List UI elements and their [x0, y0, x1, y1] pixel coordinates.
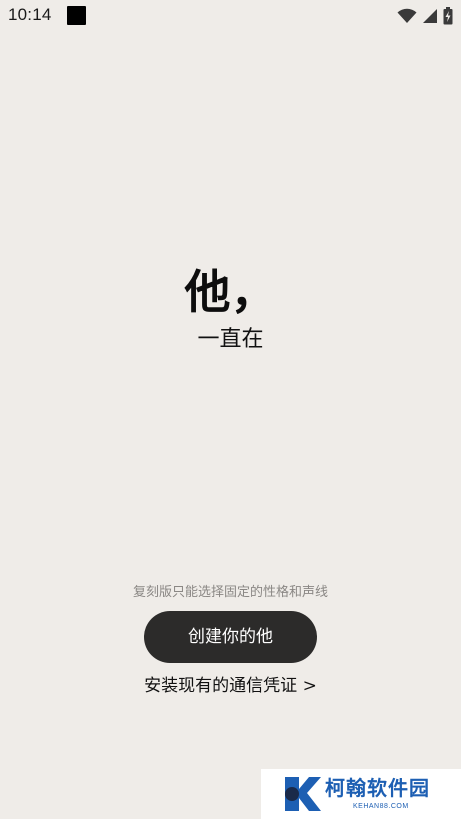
app-notification-icon: [67, 6, 86, 25]
hero-title: 他，: [184, 265, 277, 319]
hero-subtitle: 一直在: [197, 327, 264, 352]
watermark-domain: KEHAN88.COM: [353, 803, 409, 810]
wifi-icon: [397, 8, 417, 24]
status-icons: [397, 6, 453, 26]
status-time: 10:14: [8, 5, 52, 24]
signal-icon: [422, 8, 438, 24]
watermark-name: 柯翰软件园: [325, 776, 430, 800]
status-bar: 10:14: [0, 0, 461, 32]
watermark: 柯翰软件园 KEHAN88.COM: [261, 769, 461, 819]
hint-text: 复刻版只能选择固定的性格和声线: [132, 585, 328, 600]
watermark-logo-icon: [285, 777, 321, 811]
import-credential-link[interactable]: 安装现有的通信凭证 >: [0, 673, 461, 699]
battery-icon: [443, 7, 453, 25]
create-button[interactable]: 创建你的他: [144, 611, 317, 663]
